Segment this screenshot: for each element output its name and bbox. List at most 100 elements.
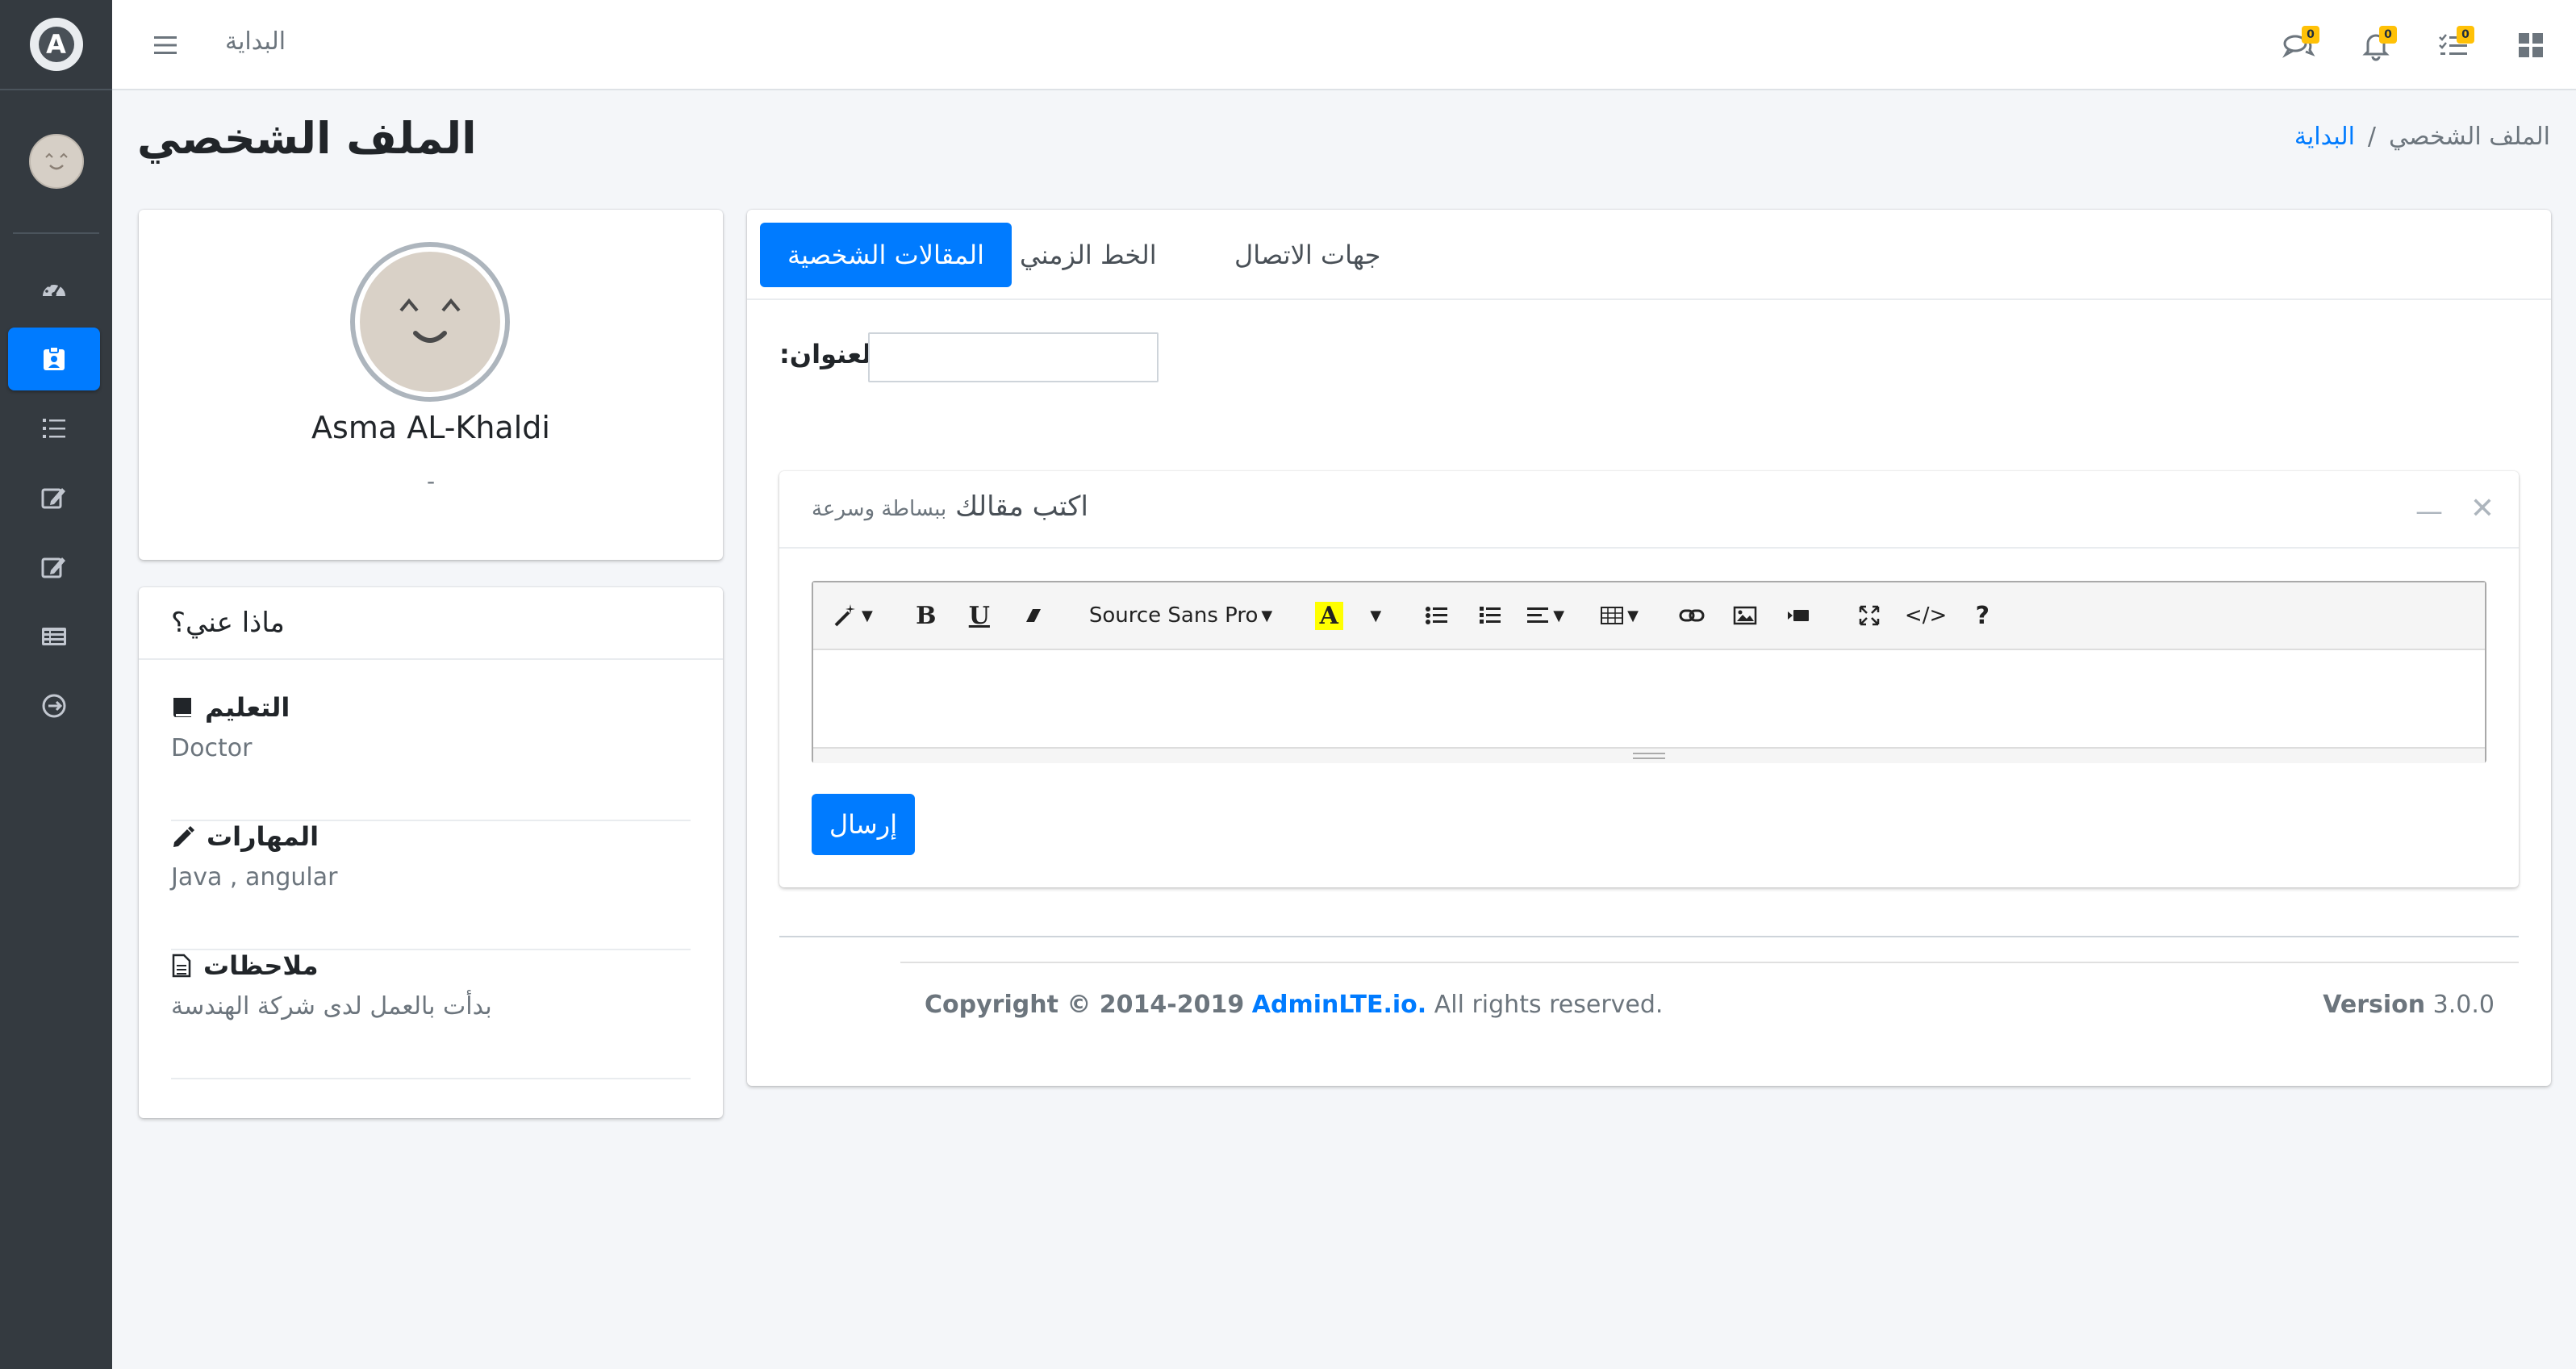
eraser-icon	[1025, 609, 1041, 622]
link-button[interactable]	[1668, 591, 1716, 640]
paragraph-align-button[interactable]: ▼	[1519, 591, 1571, 640]
edit-icon	[41, 488, 65, 509]
rights-text: All rights reserved.	[1434, 991, 1664, 1019]
collapse-icon[interactable]: —	[2415, 495, 2443, 528]
version-label: Version	[2323, 991, 2426, 1019]
font-family-dropdown[interactable]: Source Sans Pro ▼	[1079, 591, 1282, 640]
skills-section: المهارات Java , angular	[171, 821, 691, 950]
apps-grid-button[interactable]	[2510, 24, 2552, 66]
navbar-right-icons: 0 0 0	[2277, 24, 2552, 66]
table-insert-button[interactable]: ▼	[1593, 591, 1645, 640]
profile-subtitle: -	[426, 468, 436, 495]
about-me-card: ماذا عني؟ التعليم Doctor المهارات Java ,…	[139, 587, 723, 1118]
breadcrumb-current: الملف الشخصي	[2389, 123, 2550, 151]
adminlte-link[interactable]: AdminLTE.io.	[1252, 991, 1426, 1019]
breadcrumb: الملف الشخصي / البداية	[2294, 123, 2550, 151]
notifications-button[interactable]: 0	[2355, 24, 2397, 66]
fullscreen-button[interactable]	[1845, 591, 1893, 640]
logout-icon	[42, 694, 66, 718]
code-icon: </>	[1904, 603, 1948, 628]
title-label: :العنوان	[779, 339, 881, 369]
editor-subtitle: ببساطة وسرعة	[812, 497, 947, 521]
ordered-list-icon	[1480, 607, 1501, 624]
sidebar: A	[0, 0, 112, 1369]
list-icon	[43, 419, 65, 438]
magic-wand-icon	[834, 604, 855, 627]
notes-section: ملاحظات بدأت بالعمل لدى شركة الهندسة	[171, 950, 691, 1079]
bullet-list-button[interactable]	[1413, 591, 1461, 640]
send-button[interactable]: إرسال	[812, 794, 915, 855]
brand-logo: A	[29, 18, 83, 71]
video-icon	[1787, 610, 1809, 621]
sidebar-item-edit-2[interactable]	[8, 536, 100, 599]
copyright: Copyright © 2014-2019 AdminLTE.io. All r…	[925, 991, 1663, 1019]
main-tabs-card: المقالات الشخصية الخط الزمني جهات الاتصا…	[747, 210, 2551, 1086]
sidebar-item-table[interactable]	[8, 605, 100, 668]
skills-title: المهارات	[207, 821, 319, 852]
tasks-badge: 0	[2457, 26, 2474, 44]
sidebar-item-list[interactable]	[8, 397, 100, 460]
text-color-icon: A	[1314, 601, 1343, 630]
dashboard-icon	[43, 282, 65, 297]
page-title: الملف الشخصي	[137, 113, 477, 164]
sidebar-item-edit-1[interactable]	[8, 466, 100, 529]
messages-button[interactable]: 0	[2277, 24, 2319, 66]
title-input[interactable]	[868, 332, 1159, 382]
magic-style-button[interactable]: ▼	[826, 591, 879, 640]
menu-toggle-icon[interactable]	[151, 31, 180, 60]
editor-toolbar: ▼ B U Source Sans Pro ▼ A ▼ ▼ ▼ </> ?	[813, 582, 2485, 650]
editor-body[interactable]	[813, 650, 2485, 747]
tab-timeline[interactable]: الخط الزمني	[992, 223, 1184, 287]
close-icon[interactable]: ✕	[2470, 492, 2495, 525]
messages-badge: 0	[2302, 26, 2319, 44]
video-button[interactable]	[1774, 591, 1822, 640]
skills-value: Java , angular	[171, 863, 338, 891]
clear-format-button[interactable]	[1008, 591, 1057, 640]
sidebar-item-logout[interactable]	[8, 674, 100, 737]
education-section: التعليم Doctor	[171, 692, 691, 821]
profile-name: Asma AL-Khaldi	[311, 410, 550, 445]
editor-title-text: اكتب مقالك	[955, 490, 1088, 523]
notes-value: بدأت بالعمل لدى شركة الهندسة	[171, 992, 492, 1020]
tabs-bar: المقالات الشخصية الخط الزمني جهات الاتصا…	[747, 210, 2551, 300]
underline-button[interactable]: U	[955, 591, 1004, 640]
smiley-face-icon	[44, 152, 68, 170]
color-dropdown-caret[interactable]: ▼	[1358, 591, 1390, 640]
nav-home-link[interactable]: البداية	[225, 27, 286, 56]
version: Version 3.0.0	[2323, 991, 2495, 1019]
link-icon	[1679, 609, 1705, 622]
picture-button[interactable]	[1721, 591, 1769, 640]
tab-contacts[interactable]: جهات الاتصال	[1207, 223, 1408, 287]
breadcrumb-separator: /	[2367, 123, 2377, 151]
editor-card-header: اكتب مقالك ببساطة وسرعة — ✕	[779, 471, 2519, 549]
bold-button[interactable]: B	[902, 591, 950, 640]
expand-icon	[1859, 605, 1880, 626]
breadcrumb-home-link[interactable]: البداية	[2294, 123, 2355, 151]
file-text-icon	[172, 954, 191, 978]
text-color-button[interactable]: A	[1305, 591, 1353, 640]
book-icon	[173, 698, 191, 717]
id-badge-icon	[44, 346, 65, 370]
smiley-face-icon	[399, 298, 461, 343]
sidebar-avatar[interactable]	[28, 134, 84, 189]
brand-logo-link[interactable]: A	[0, 0, 112, 90]
font-family-value: Source Sans Pro	[1088, 603, 1259, 628]
sidebar-nav	[0, 234, 112, 737]
image-icon	[1733, 606, 1757, 625]
code-view-button[interactable]: </>	[1898, 591, 1953, 640]
editor-resize-handle[interactable]	[813, 747, 2485, 763]
bullet-list-icon	[1426, 607, 1448, 624]
education-title: التعليم	[205, 692, 290, 723]
edit-icon	[41, 557, 65, 578]
sidebar-item-profile[interactable]	[8, 328, 100, 390]
sidebar-item-dashboard[interactable]	[8, 258, 100, 321]
education-value: Doctor	[171, 734, 253, 762]
tab-personal-articles[interactable]: المقالات الشخصية	[760, 223, 1012, 287]
help-button[interactable]: ?	[1958, 591, 2006, 640]
pencil-icon	[173, 826, 194, 847]
footer: Copyright © 2014-2019 AdminLTE.io. All r…	[900, 962, 2519, 1050]
top-navbar: البداية 0 0 0	[112, 0, 2576, 90]
tasks-button[interactable]: 0	[2432, 24, 2474, 66]
divider	[779, 936, 2519, 937]
ordered-list-button[interactable]	[1466, 591, 1514, 640]
